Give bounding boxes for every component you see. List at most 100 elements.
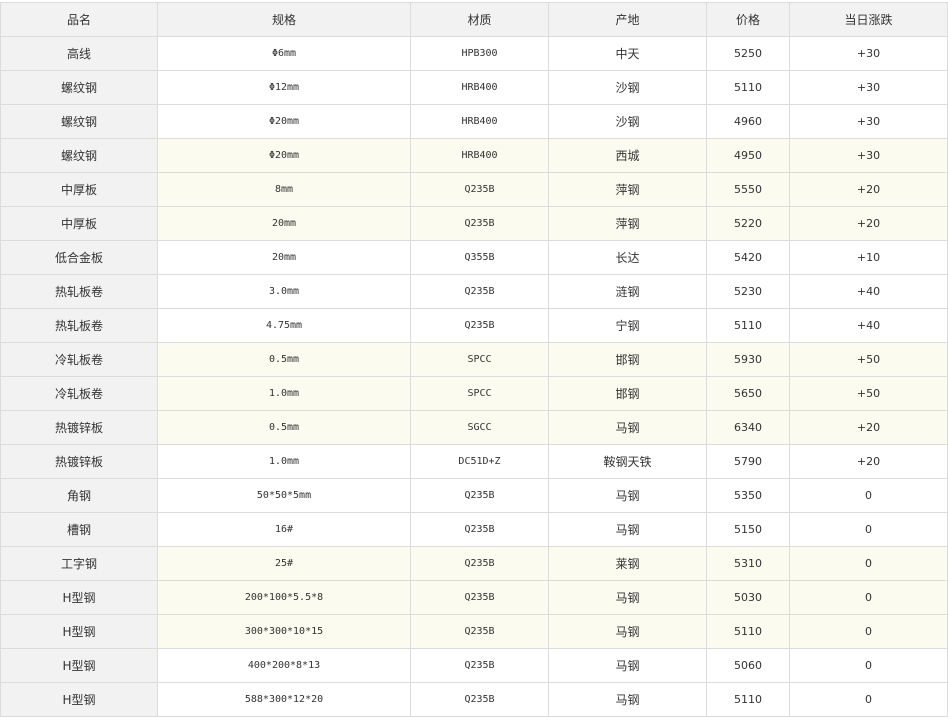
price-cell: 5310 xyxy=(706,546,790,581)
table-row: 冷轧板卷 0.5mm SPCC 邯钢 5930 +50 xyxy=(0,342,948,377)
change-cell: +50 xyxy=(789,376,948,411)
origin-cell: 鞍钢天铁 xyxy=(548,444,707,479)
spec-cell: 20mm xyxy=(157,240,411,275)
change-cell: +40 xyxy=(789,274,948,309)
origin-cell: 沙钢 xyxy=(548,70,707,105)
header-origin: 产地 xyxy=(548,2,707,37)
spec-cell: 1.0mm xyxy=(157,444,411,479)
product-name-cell: 螺纹钢 xyxy=(0,70,158,105)
product-name-cell: H型钢 xyxy=(0,580,158,615)
table-body: 高线 Φ6mm HPB300 中天 5250 +30 螺纹钢 Φ12mm HRB400 沙钢 511… xyxy=(0,36,948,717)
header-product-name: 品名 xyxy=(0,2,158,37)
table-row: 冷轧板卷 1.0mm SPCC 邯钢 5650 +50 xyxy=(0,376,948,411)
price-cell: 5060 xyxy=(706,648,790,683)
material-cell: Q235B xyxy=(410,512,549,547)
product-name-cell: 工字钢 xyxy=(0,546,158,581)
price-cell: 5110 xyxy=(706,70,790,105)
material-cell: DC51D+Z xyxy=(410,444,549,479)
origin-cell: 马钢 xyxy=(548,614,707,649)
product-name-cell: 中厚板 xyxy=(0,206,158,241)
material-cell: Q235B xyxy=(410,478,549,513)
table-row: 热轧板卷 4.75mm Q235B 宁钢 5110 +40 xyxy=(0,308,948,343)
steel-price-table: 品名 规格 材质 产地 价格 当日涨跌 高线 Φ6mm HPB300 中天 5250 +3… xyxy=(0,2,948,717)
product-name-cell: 热镀锌板 xyxy=(0,444,158,479)
change-cell: +30 xyxy=(789,104,948,139)
price-cell: 4960 xyxy=(706,104,790,139)
product-name-cell: 中厚板 xyxy=(0,172,158,207)
table-header-row: 品名 规格 材质 产地 价格 当日涨跌 xyxy=(0,2,948,37)
origin-cell: 长达 xyxy=(548,240,707,275)
origin-cell: 涟钢 xyxy=(548,274,707,309)
spec-cell: 300*300*10*15 xyxy=(157,614,411,649)
spec-cell: 4.75mm xyxy=(157,308,411,343)
table-row: 高线 Φ6mm HPB300 中天 5250 +30 xyxy=(0,36,948,71)
table-row: 角钢 50*50*5mm Q235B 马钢 5350 0 xyxy=(0,478,948,513)
product-name-cell: 螺纹钢 xyxy=(0,104,158,139)
material-cell: Q235B xyxy=(410,308,549,343)
table-row: 槽钢 16# Q235B 马钢 5150 0 xyxy=(0,512,948,547)
product-name-cell: H型钢 xyxy=(0,682,158,717)
origin-cell: 萍钢 xyxy=(548,172,707,207)
material-cell: Q235B xyxy=(410,682,549,717)
table-row: H型钢 200*100*5.5*8 Q235B 马钢 5030 0 xyxy=(0,580,948,615)
change-cell: +20 xyxy=(789,444,948,479)
spec-cell: 50*50*5mm xyxy=(157,478,411,513)
spec-cell: 0.5mm xyxy=(157,342,411,377)
price-cell: 5110 xyxy=(706,682,790,717)
table-row: 低合金板 20mm Q355B 长达 5420 +10 xyxy=(0,240,948,275)
table-row: H型钢 588*300*12*20 Q235B 马钢 5110 0 xyxy=(0,682,948,717)
material-cell: Q355B xyxy=(410,240,549,275)
table-row: 螺纹钢 Φ12mm HRB400 沙钢 5110 +30 xyxy=(0,70,948,105)
origin-cell: 莱钢 xyxy=(548,546,707,581)
change-cell: +10 xyxy=(789,240,948,275)
product-name-cell: 槽钢 xyxy=(0,512,158,547)
spec-cell: 400*200*8*13 xyxy=(157,648,411,683)
price-cell: 5650 xyxy=(706,376,790,411)
spec-cell: 0.5mm xyxy=(157,410,411,445)
table-row: 热轧板卷 3.0mm Q235B 涟钢 5230 +40 xyxy=(0,274,948,309)
spec-cell: 8mm xyxy=(157,172,411,207)
change-cell: 0 xyxy=(789,580,948,615)
product-name-cell: 热镀锌板 xyxy=(0,410,158,445)
spec-cell: 20mm xyxy=(157,206,411,241)
product-name-cell: 低合金板 xyxy=(0,240,158,275)
origin-cell: 西城 xyxy=(548,138,707,173)
change-cell: +20 xyxy=(789,206,948,241)
header-material: 材质 xyxy=(410,2,549,37)
spec-cell: Φ20mm xyxy=(157,104,411,139)
origin-cell: 马钢 xyxy=(548,512,707,547)
product-name-cell: H型钢 xyxy=(0,648,158,683)
material-cell: Q235B xyxy=(410,546,549,581)
change-cell: 0 xyxy=(789,546,948,581)
change-cell: 0 xyxy=(789,648,948,683)
material-cell: Q235B xyxy=(410,580,549,615)
product-name-cell: 热轧板卷 xyxy=(0,274,158,309)
header-specification: 规格 xyxy=(157,2,411,37)
price-cell: 5420 xyxy=(706,240,790,275)
price-cell: 5030 xyxy=(706,580,790,615)
origin-cell: 宁钢 xyxy=(548,308,707,343)
product-name-cell: H型钢 xyxy=(0,614,158,649)
table-row: 中厚板 8mm Q235B 萍钢 5550 +20 xyxy=(0,172,948,207)
material-cell: SGCC xyxy=(410,410,549,445)
change-cell: +30 xyxy=(789,36,948,71)
change-cell: +20 xyxy=(789,410,948,445)
change-cell: 0 xyxy=(789,682,948,717)
material-cell: HPB300 xyxy=(410,36,549,71)
price-cell: 5230 xyxy=(706,274,790,309)
change-cell: 0 xyxy=(789,512,948,547)
material-cell: HRB400 xyxy=(410,70,549,105)
origin-cell: 邯钢 xyxy=(548,376,707,411)
change-cell: 0 xyxy=(789,614,948,649)
table-row: 螺纹钢 Φ20mm HRB400 西城 4950 +30 xyxy=(0,138,948,173)
product-name-cell: 高线 xyxy=(0,36,158,71)
material-cell: HRB400 xyxy=(410,138,549,173)
product-name-cell: 冷轧板卷 xyxy=(0,342,158,377)
change-cell: +30 xyxy=(789,70,948,105)
change-cell: +20 xyxy=(789,172,948,207)
spec-cell: Φ12mm xyxy=(157,70,411,105)
origin-cell: 马钢 xyxy=(548,648,707,683)
price-cell: 5110 xyxy=(706,614,790,649)
table-row: 热镀锌板 0.5mm SGCC 马钢 6340 +20 xyxy=(0,410,948,445)
change-cell: +30 xyxy=(789,138,948,173)
